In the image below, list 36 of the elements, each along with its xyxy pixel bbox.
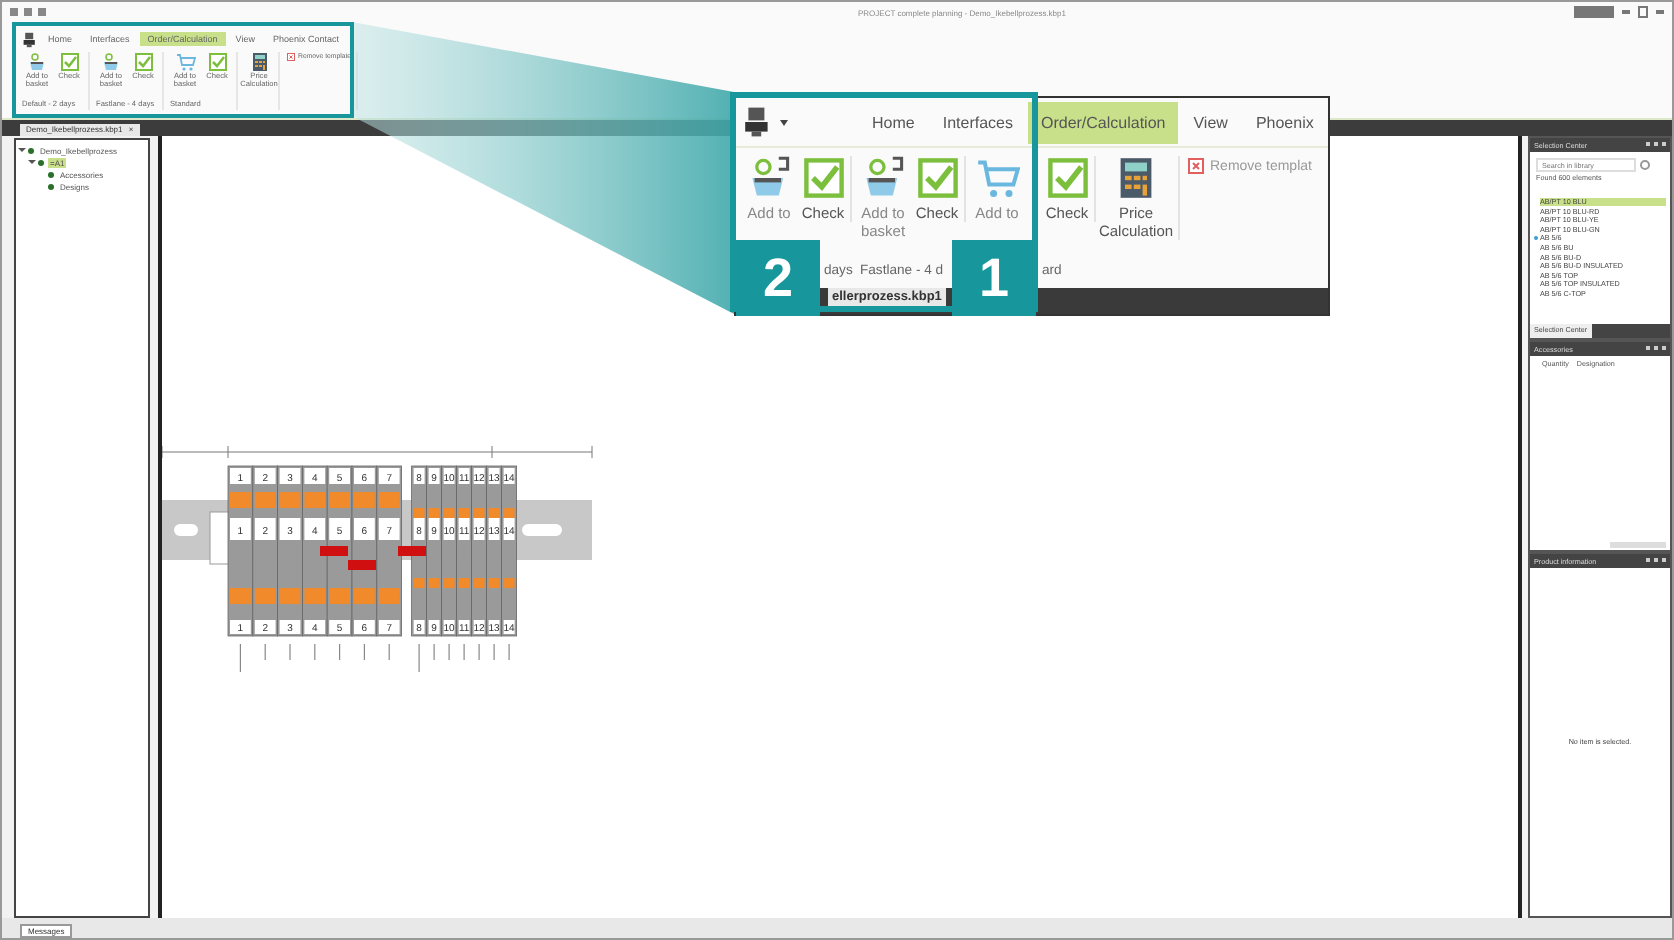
cart-icon [175,52,195,72]
computer-user-icon [22,31,38,47]
checkbox-icon [133,52,153,72]
computer-user-icon [742,106,774,138]
basket-icon [861,156,905,200]
checkbox-icon [59,52,79,72]
pin-icon[interactable] [1646,141,1666,149]
pin-icon[interactable] [1646,557,1666,565]
node-icon [48,183,54,189]
maximize-icon[interactable] [1638,6,1648,18]
ribbon-tab[interactable]: Phoenix [1243,101,1326,143]
number-badge: 1 [952,240,1036,316]
number-badge: 2 [736,240,820,316]
node-icon [28,147,34,153]
ribbon-tab[interactable]: Interfaces [930,101,1025,143]
checkbox-icon [801,156,845,200]
node-icon [38,159,44,165]
checkbox-icon [1045,156,1089,200]
ribbon-tab[interactable]: Home [860,101,927,143]
basket-icon [101,52,121,72]
checkbox-icon [915,156,959,200]
template-remove-icon [1186,156,1206,176]
app-icon [10,8,18,16]
search-icon[interactable] [1640,160,1650,170]
template-remove-icon [286,52,296,62]
basket-icon [747,156,791,200]
checkbox-icon [207,52,227,72]
basket-icon [27,52,47,72]
node-icon [48,171,54,177]
ribbon-tab[interactable]: View [1181,101,1240,143]
dropdown-caret-icon[interactable] [780,119,788,125]
pin-icon[interactable] [1646,345,1666,353]
scrollbar[interactable] [1610,542,1666,548]
calculator-icon [249,52,269,72]
cart-icon [975,156,1019,200]
ribbon-tab[interactable]: Order/Calculation [1028,101,1178,143]
